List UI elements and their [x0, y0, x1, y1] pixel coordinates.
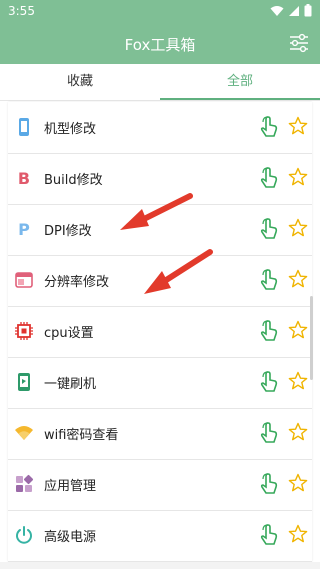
- star-icon[interactable]: [288, 320, 308, 340]
- tool-list: 机型修改 B Build修改 P DPI修改 分辨率修改 cpu设置 一键刷机 …: [8, 102, 312, 562]
- tab-all[interactable]: 全部: [160, 64, 320, 100]
- tab-favorites[interactable]: 收藏: [0, 64, 160, 100]
- star-icon[interactable]: [288, 524, 308, 544]
- touch-icon[interactable]: [258, 320, 280, 342]
- star-icon[interactable]: [288, 269, 308, 289]
- apps-grid-icon: [16, 474, 34, 492]
- list-item[interactable]: cpu设置: [8, 306, 312, 358]
- power-icon: [16, 526, 32, 544]
- wifi-icon: [15, 426, 33, 440]
- phone-icon: [19, 118, 29, 136]
- svg-text:P: P: [18, 220, 30, 239]
- touch-icon[interactable]: [258, 473, 280, 495]
- scrollbar[interactable]: [310, 296, 313, 380]
- list-item-label: 机型修改: [44, 122, 97, 137]
- svg-text:B: B: [18, 169, 30, 188]
- list-item-label: DPI修改: [44, 224, 92, 239]
- tab-indicator: [160, 98, 320, 100]
- filter-settings-icon[interactable]: [288, 32, 310, 54]
- signal-icon: [289, 5, 299, 16]
- app-title: Fox工具箱: [124, 36, 196, 54]
- app-bar: Fox工具箱: [0, 24, 320, 64]
- status-bar: 3:55: [0, 0, 320, 24]
- list-item-label: Build修改: [44, 173, 103, 188]
- list-item-label: wifi密码查看: [44, 428, 119, 443]
- touch-icon[interactable]: [258, 422, 280, 444]
- list-item[interactable]: 高级电源: [8, 510, 312, 562]
- bottom-edge: [0, 562, 320, 569]
- list-item[interactable]: 分辨率修改: [8, 255, 312, 307]
- status-icons: [270, 4, 312, 17]
- touch-icon[interactable]: [258, 167, 280, 189]
- window-icon: [15, 272, 33, 288]
- star-icon[interactable]: [288, 218, 308, 238]
- list-item-label: 分辨率修改: [44, 275, 110, 290]
- list-item-label: 高级电源: [44, 530, 97, 545]
- flash-phone-icon: [18, 373, 30, 391]
- star-icon[interactable]: [288, 371, 308, 391]
- list-item[interactable]: 一键刷机: [8, 357, 312, 409]
- list-item[interactable]: B Build修改: [8, 153, 312, 205]
- list-item[interactable]: 应用管理: [8, 459, 312, 511]
- touch-icon[interactable]: [258, 371, 280, 393]
- status-time: 3:55: [8, 4, 35, 18]
- list-item-label: 一键刷机: [44, 377, 97, 392]
- star-icon[interactable]: [288, 473, 308, 493]
- letter-b-icon: B: [18, 169, 30, 188]
- battery-icon: [304, 4, 312, 17]
- list-item-label: cpu设置: [44, 326, 94, 341]
- list-item[interactable]: 机型修改: [8, 102, 312, 154]
- wifi-status-icon: [270, 5, 284, 16]
- touch-icon[interactable]: [258, 524, 280, 546]
- touch-icon[interactable]: [258, 116, 280, 138]
- star-icon[interactable]: [288, 167, 308, 187]
- touch-icon[interactable]: [258, 218, 280, 240]
- touch-icon[interactable]: [258, 269, 280, 291]
- cpu-icon: [15, 322, 33, 340]
- star-icon[interactable]: [288, 116, 308, 136]
- list-item-label: 应用管理: [44, 479, 97, 494]
- tab-bar: 收藏 全部: [0, 64, 320, 101]
- star-icon[interactable]: [288, 422, 308, 442]
- list-item[interactable]: P DPI修改: [8, 204, 312, 256]
- list-item[interactable]: wifi密码查看: [8, 408, 312, 460]
- letter-p-icon: P: [18, 220, 30, 239]
